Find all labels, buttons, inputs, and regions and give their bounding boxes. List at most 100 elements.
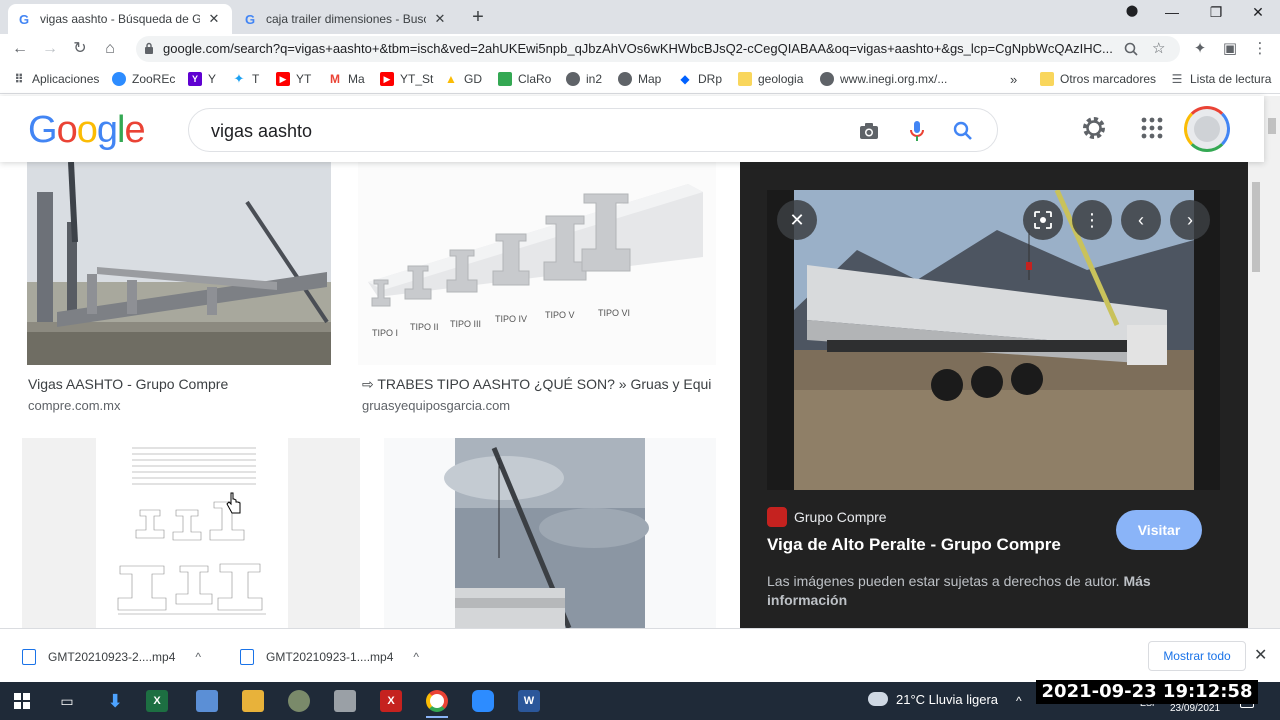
tray-chevron-up-icon[interactable]: ^ <box>1016 694 1022 708</box>
bookmark-inegi[interactable]: www.inegi.org.mx/... <box>820 70 947 88</box>
download-item[interactable]: GMT20210923-1....mp4 ^ <box>240 647 419 667</box>
next-image-icon[interactable]: › <box>1170 200 1210 240</box>
calculator-icon[interactable] <box>334 690 356 712</box>
google-logo[interactable]: Google <box>28 109 146 152</box>
app-icon[interactable] <box>288 690 310 712</box>
bookmark-t[interactable]: ✦ T <box>232 70 260 88</box>
close-preview-icon[interactable]: ✕ <box>777 200 817 240</box>
result-caption[interactable]: Vigas AASHTO - Grupo Compre <box>28 376 328 392</box>
tab-title: vigas aashto - Búsqueda de Goo <box>40 12 200 26</box>
bookmark-otros-marcadores[interactable]: Otros marcadores <box>1040 70 1156 88</box>
close-downloads-icon[interactable]: ✕ <box>1254 645 1267 665</box>
panel-scrollbar[interactable] <box>1248 162 1264 628</box>
lock-icon[interactable] <box>144 42 154 54</box>
bookmark-y[interactable]: Y Y <box>188 70 216 88</box>
previous-image-icon[interactable]: ‹ <box>1121 200 1161 240</box>
new-tab-plus-icon[interactable]: + <box>466 6 490 29</box>
bookmark-yt[interactable]: ▶ YT <box>276 70 311 88</box>
tab-caja-trailer[interactable]: G caja trailer dimensiones - Buscar ✕ <box>234 4 458 34</box>
result-image-trabes-tipo-aashto[interactable]: TIPO I TIPO II TIPO III TIPO IV TIPO V T… <box>358 162 716 365</box>
show-all-downloads-button[interactable]: Mostrar todo <box>1148 641 1246 671</box>
bookmark-yt-st[interactable]: ▶ YT_St <box>380 70 433 88</box>
result-image-crane-sky[interactable] <box>384 438 716 628</box>
chevron-up-icon[interactable]: ^ <box>413 650 419 664</box>
home-icon[interactable]: ⌂ <box>100 39 120 59</box>
bookmarks-overflow[interactable]: » <box>1010 70 1017 88</box>
active-app-indicator <box>426 716 448 718</box>
windows-start-icon[interactable] <box>14 693 30 709</box>
address-bar[interactable]: google.com/search?q=vigas+aashto+&tbm=is… <box>136 36 1180 62</box>
app-icon[interactable]: X <box>380 690 402 712</box>
bookmark-geologia[interactable]: geologia <box>738 70 803 88</box>
url-text[interactable]: google.com/search?q=vigas+aashto+&tbm=is… <box>163 41 1118 56</box>
page-scrollbar[interactable] <box>1264 96 1280 628</box>
copyright-note: Las imágenes pueden estar sujetas a dere… <box>767 572 1197 610</box>
bookmark-drp[interactable]: ◆ DRp <box>678 70 722 88</box>
close-icon[interactable]: ✕ <box>206 11 222 27</box>
tab-search-chevron-icon[interactable]: ⬤ <box>1112 4 1152 17</box>
download-arrow-icon[interactable]: ⬇ <box>104 690 126 712</box>
visit-button[interactable]: Visitar <box>1116 510 1202 550</box>
bookmark-claro[interactable]: ClaRo <box>498 70 551 88</box>
download-item[interactable]: GMT20210923-2....mp4 ^ <box>22 647 201 667</box>
tab-vigas-aashto[interactable]: G vigas aashto - Búsqueda de Goo ✕ <box>8 4 232 34</box>
bookmark-zoorec[interactable]: ZooREc <box>112 70 175 88</box>
search-input[interactable]: vigas aashto <box>211 121 312 142</box>
scrollbar-thumb[interactable] <box>1268 118 1276 134</box>
minimize-icon[interactable]: — <box>1152 4 1192 20</box>
profile-extension-icon[interactable]: ▣ <box>1220 39 1240 59</box>
more-options-icon[interactable]: ⋮ <box>1072 200 1112 240</box>
search-icon[interactable] <box>951 119 975 143</box>
bookmark-ma[interactable]: M Ma <box>328 70 365 88</box>
bookmark-apps[interactable]: ⠿ Aplicaciones <box>12 70 99 88</box>
restore-icon[interactable]: ❐ <box>1196 4 1236 21</box>
bookmark-in2[interactable]: in2 <box>566 70 602 88</box>
settings-gear-icon[interactable] <box>1080 114 1108 142</box>
apps-grid-icon[interactable] <box>1138 114 1166 142</box>
bookmark-label: Ma <box>348 72 365 86</box>
chevron-up-icon[interactable]: ^ <box>195 650 201 664</box>
bookmark-star-icon[interactable]: ☆ <box>1152 39 1165 57</box>
result-image-technical-drawing[interactable] <box>22 438 360 628</box>
result-source[interactable]: gruasyequiposgarcia.com <box>362 398 510 413</box>
zoom-icon[interactable] <box>1124 42 1138 56</box>
bookmark-map[interactable]: Map <box>618 70 661 88</box>
youtube-icon: ▶ <box>276 72 290 86</box>
preview-site-name[interactable]: Grupo Compre <box>794 509 887 525</box>
chrome-menu-icon[interactable]: ⋮ <box>1250 39 1270 59</box>
back-arrow-icon[interactable]: ← <box>10 39 30 59</box>
forward-arrow-icon[interactable]: → <box>40 39 60 59</box>
file-explorer-icon[interactable] <box>242 690 264 712</box>
camera-icon[interactable] <box>857 119 881 143</box>
app-icon[interactable] <box>196 690 218 712</box>
video-file-icon <box>22 649 36 665</box>
bookmark-gd[interactable]: ▲ GD <box>444 70 482 88</box>
window-close-icon[interactable]: ✕ <box>1238 4 1278 21</box>
result-caption[interactable]: ⇨ TRABES TIPO AASHTO ¿QUÉ SON? » Gruas y… <box>362 376 712 393</box>
microphone-icon[interactable] <box>905 119 929 143</box>
scrollbar-thumb[interactable] <box>1252 182 1260 272</box>
bookmark-label: ClaRo <box>518 72 552 86</box>
extensions-puzzle-icon[interactable]: ✦ <box>1190 39 1210 59</box>
beam-type-label: TIPO VI <box>598 308 631 318</box>
excel-icon[interactable]: X <box>146 690 168 712</box>
result-image-vigas-aashto[interactable] <box>27 162 331 365</box>
chrome-icon[interactable] <box>426 690 448 712</box>
reload-icon[interactable]: ↻ <box>70 39 90 59</box>
account-avatar[interactable] <box>1184 106 1230 152</box>
preview-title[interactable]: Viga de Alto Peralte - Grupo Compre <box>767 535 1061 555</box>
bookmark-label: in2 <box>586 72 603 86</box>
weather-text[interactable]: 21°C Lluvia ligera <box>896 692 998 707</box>
taskbar-date[interactable]: 23/09/2021 <box>1170 703 1220 714</box>
zoom-app-icon[interactable] <box>472 690 494 712</box>
close-icon[interactable]: ✕ <box>432 11 448 27</box>
lens-search-icon[interactable] <box>1023 200 1063 240</box>
zoom-icon <box>112 72 126 86</box>
bookmark-label: T <box>252 72 260 86</box>
word-icon[interactable]: W <box>518 690 540 712</box>
bookmark-lista-de-lectura[interactable]: ☰ Lista de lectura <box>1170 70 1272 88</box>
task-view-icon[interactable]: ▭ <box>56 690 78 712</box>
result-source[interactable]: compre.com.mx <box>28 398 120 413</box>
search-box[interactable]: vigas aashto <box>188 108 998 152</box>
tab-strip: G vigas aashto - Búsqueda de Goo ✕ G caj… <box>0 0 1280 34</box>
